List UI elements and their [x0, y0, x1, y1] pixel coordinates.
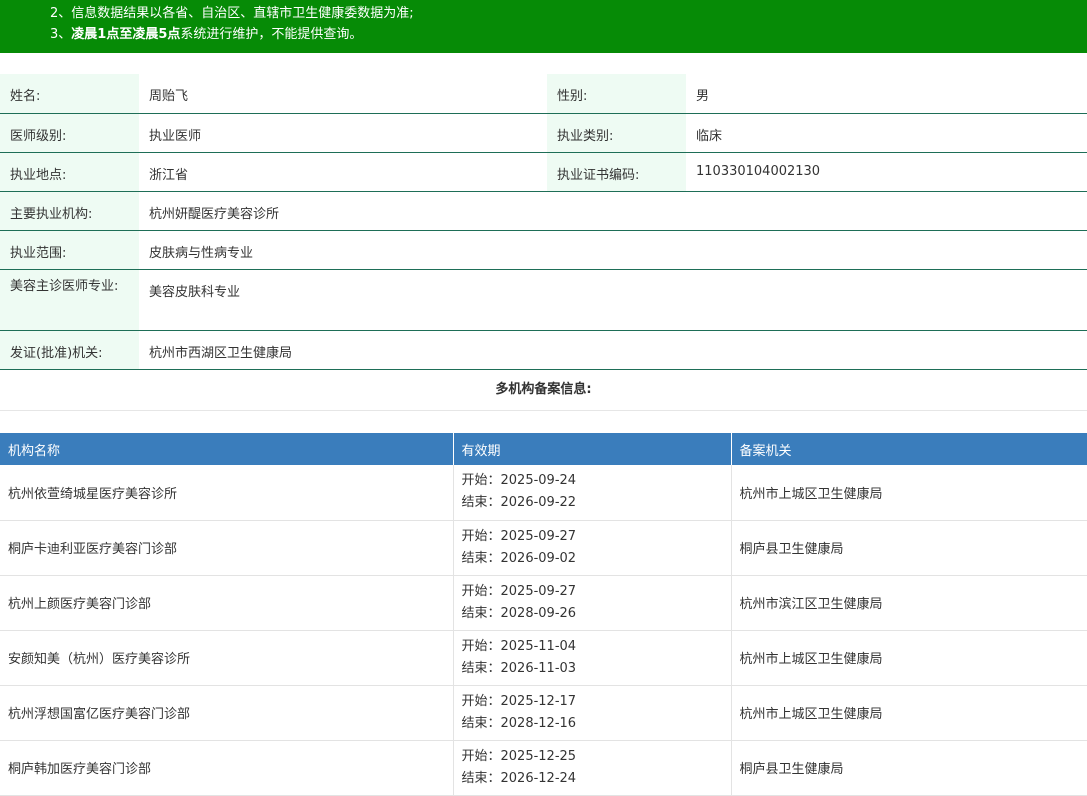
period-start: 开始：2025-09-27: [461, 528, 577, 544]
info-row: 美容主诊医师专业: 美容皮肤科专业: [0, 269, 1087, 331]
multi-org-title: 多机构备案信息:: [0, 369, 1087, 411]
authority-cell: 桐庐县卫生健康局: [731, 740, 1087, 796]
authority-cell: 桐庐县卫生健康局: [731, 520, 1087, 576]
period-start: 开始：2025-11-04: [461, 638, 577, 654]
multi-org-table: 机构名称 有效期 备案机关 杭州依萱绮城星医疗美容诊所 开始：2025-09-2…: [0, 433, 1087, 796]
column-header-authority: 备案机关: [731, 433, 1087, 465]
authority-cell: 杭州市上城区卫生健康局: [731, 465, 1087, 521]
cert-label: 执业证书编码:: [547, 152, 686, 192]
scope-label: 执业范围:: [0, 230, 139, 270]
org-name-cell: 安颜知美（杭州）医疗美容诊所: [0, 630, 454, 686]
gender-label: 性别:: [547, 74, 686, 114]
category-label: 执业类别:: [547, 113, 686, 153]
notice-banner: 2、信息数据结果以各省、自治区、直辖市卫生健康委数据为准; 3、凌晨1点至凌晨5…: [0, 0, 1087, 53]
table-row: 杭州浮想国富亿医疗美容门诊部 开始：2025-12-17 结束：2028-12-1…: [0, 685, 1087, 741]
org-name-cell: 杭州上颜医疗美容门诊部: [0, 575, 454, 631]
period-start: 开始：2025-12-17: [461, 693, 577, 709]
authority-cell: 杭州市上城区卫生健康局: [731, 630, 1087, 686]
period-start: 开始：2025-09-24: [461, 473, 577, 489]
period-start: 开始：2025-09-27: [461, 583, 577, 599]
org-label: 主要执业机构:: [0, 191, 139, 231]
table-row: 杭州上颜医疗美容门诊部 开始：2025-09-27 结束：2028-09-26 杭…: [0, 575, 1087, 631]
period-end: 结束：2028-12-16: [461, 715, 577, 731]
authority-cell: 杭州市上城区卫生健康局: [731, 685, 1087, 741]
table-row: 安颜知美（杭州）医疗美容诊所 开始：2025-11-04 结束：2026-11-0…: [0, 630, 1087, 686]
cert-value: 110330104002130: [686, 152, 1087, 192]
period-end: 结束：2028-09-26: [461, 605, 577, 621]
table-row: 杭州依萱绮城星医疗美容诊所 开始：2025-09-24 结束：2026-09-22…: [0, 465, 1087, 521]
info-row: 发证(批准)机关: 杭州市西湖区卫生健康局: [0, 330, 1087, 370]
period-cell: 开始：2025-09-27 结束：2026-09-02: [453, 520, 732, 576]
info-row: 执业范围: 皮肤病与性病专业: [0, 230, 1087, 270]
gender-value: 男: [686, 74, 1087, 114]
info-row: 姓名: 周贻飞 性别: 男: [0, 74, 1087, 114]
level-label: 医师级别:: [0, 113, 139, 153]
org-name-cell: 杭州依萱绮城星医疗美容诊所: [0, 465, 454, 521]
authority-cell: 杭州市滨江区卫生健康局: [731, 575, 1087, 631]
doctor-info-table: 姓名: 周贻飞 性别: 男 医师级别: 执业医师 执业类别: 临床 执业地点: …: [0, 74, 1087, 370]
category-value: 临床: [686, 113, 1087, 153]
table-row: 桐庐韩加医疗美容门诊部 开始：2025-12-25 结束：2026-12-24 桐…: [0, 740, 1087, 796]
cosmetic-value: 美容皮肤科专业: [139, 269, 1087, 331]
cosmetic-label: 美容主诊医师专业:: [0, 269, 139, 331]
name-value: 周贻飞: [139, 74, 547, 114]
org-name-cell: 桐庐韩加医疗美容门诊部: [0, 740, 454, 796]
period-start: 开始：2025-12-25: [461, 748, 577, 764]
notice-line-3-bold: 凌晨1点至凌晨5点: [71, 27, 181, 42]
name-label: 姓名:: [0, 74, 139, 114]
period-end: 结束：2026-09-02: [461, 550, 577, 566]
info-row: 执业地点: 浙江省 执业证书编码: 110330104002130: [0, 152, 1087, 192]
period-end: 结束：2026-12-24: [461, 770, 577, 786]
period-cell: 开始：2025-12-25 结束：2026-12-24: [453, 740, 732, 796]
info-row: 主要执业机构: 杭州妍醍医疗美容诊所: [0, 191, 1087, 231]
notice-line-3-suffix: 系统进行维护，不能提供查询。: [180, 27, 363, 42]
info-row: 医师级别: 执业医师 执业类别: 临床: [0, 113, 1087, 153]
notice-line-3-prefix: 3、: [50, 27, 72, 42]
org-name-cell: 桐庐卡迪利亚医疗美容门诊部: [0, 520, 454, 576]
level-value: 执业医师: [139, 113, 547, 153]
notice-line-3: 3、凌晨1点至凌晨5点系统进行维护，不能提供查询。: [50, 23, 362, 42]
period-end: 结束：2026-09-22: [461, 495, 577, 511]
period-end: 结束：2026-11-03: [461, 660, 577, 676]
scope-value: 皮肤病与性病专业: [139, 230, 1087, 270]
authority-label: 发证(批准)机关:: [0, 330, 139, 370]
org-value: 杭州妍醍医疗美容诊所: [139, 191, 1087, 231]
column-header-name: 机构名称: [0, 433, 454, 465]
period-cell: 开始：2025-11-04 结束：2026-11-03: [453, 630, 732, 686]
location-label: 执业地点:: [0, 152, 139, 192]
table-header-row: 机构名称 有效期 备案机关: [0, 433, 1087, 465]
period-cell: 开始：2025-09-24 结束：2026-09-22: [453, 465, 732, 521]
notice-line-2: 2、信息数据结果以各省、自治区、直辖市卫生健康委数据为准;: [50, 6, 414, 21]
period-cell: 开始：2025-09-27 结束：2028-09-26: [453, 575, 732, 631]
period-cell: 开始：2025-12-17 结束：2028-12-16: [453, 685, 732, 741]
location-value: 浙江省: [139, 152, 547, 192]
authority-value: 杭州市西湖区卫生健康局: [139, 330, 1087, 370]
table-row: 桐庐卡迪利亚医疗美容门诊部 开始：2025-09-27 结束：2026-09-02…: [0, 520, 1087, 576]
column-header-period: 有效期: [453, 433, 732, 465]
org-name-cell: 杭州浮想国富亿医疗美容门诊部: [0, 685, 454, 741]
